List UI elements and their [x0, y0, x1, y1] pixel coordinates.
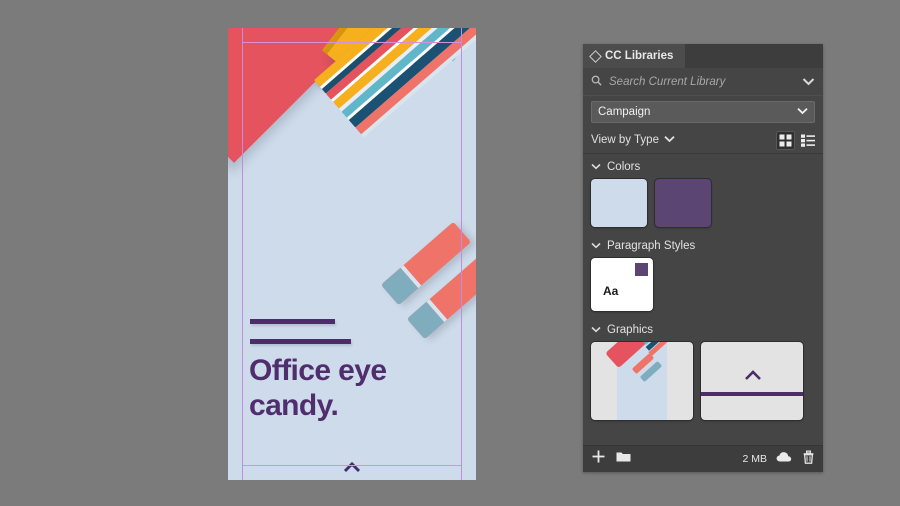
chevron-up-icon — [743, 368, 761, 382]
graphic-thumb-poster[interactable] — [591, 342, 693, 420]
chevron-up-icon — [342, 460, 362, 480]
chevron-down-icon — [664, 134, 675, 146]
panel-footer: 2 MB — [583, 445, 823, 472]
plus-icon[interactable] — [591, 449, 606, 469]
trash-icon[interactable] — [802, 450, 815, 469]
folder-icon[interactable] — [616, 450, 631, 468]
paragraph-style-color-chip — [635, 263, 648, 276]
chevron-down-icon — [591, 324, 601, 336]
footer-right-group: 2 MB — [742, 450, 815, 469]
section-header-colors[interactable]: Colors — [583, 154, 823, 177]
graphics-row — [583, 340, 823, 426]
graphic-divider-rule — [701, 392, 803, 396]
section-paragraph-styles: Paragraph Styles Aa — [583, 233, 823, 317]
light-blue-swatch[interactable] — [591, 179, 647, 227]
view-by-label: View by Type — [591, 134, 659, 146]
list-view-icon[interactable] — [798, 131, 817, 150]
purple-swatch[interactable] — [655, 179, 711, 227]
search-row — [583, 68, 823, 96]
paragraph-style-sample: Aa — [603, 284, 619, 298]
graphic-thumb-divider[interactable] — [701, 342, 803, 420]
section-graphics: Graphics — [583, 317, 823, 426]
artboard-guide-vertical — [461, 28, 462, 480]
library-select-value: Campaign — [598, 106, 651, 118]
color-swatch-row — [583, 177, 823, 233]
search-input[interactable] — [609, 75, 795, 88]
paragraph-style-row: Aa — [583, 256, 823, 317]
library-size-label: 2 MB — [742, 453, 767, 465]
section-title: Paragraph Styles — [607, 240, 696, 252]
artboard-guide-vertical — [242, 28, 243, 480]
section-title: Graphics — [607, 324, 654, 336]
poster-rule-2 — [250, 339, 351, 344]
chevron-down-icon — [797, 106, 808, 118]
poster-headline: Office eye candy. — [249, 354, 387, 422]
search-icon — [591, 73, 602, 91]
grid-view-icon[interactable] — [776, 130, 795, 150]
chevron-down-icon — [591, 161, 601, 173]
panel-tab-bar: CC Libraries — [583, 44, 823, 68]
section-header-paragraph-styles[interactable]: Paragraph Styles — [583, 233, 823, 256]
tab-label: CC Libraries — [605, 50, 674, 62]
section-colors: Colors — [583, 154, 823, 233]
cc-libraries-panel: CC Libraries Campaign Vi — [583, 44, 823, 472]
document-canvas[interactable]: Office eye candy. — [228, 28, 476, 480]
poster-rule-1 — [250, 319, 335, 324]
view-by-dropdown[interactable]: View by Type — [591, 134, 675, 146]
graphic-poster-artwork — [605, 342, 689, 388]
chevron-down-icon — [591, 240, 601, 252]
cloud-icon[interactable] — [776, 450, 793, 468]
section-title: Colors — [607, 161, 641, 173]
library-select-wrap: Campaign — [583, 96, 823, 127]
view-by-row: View by Type — [583, 127, 823, 154]
search-chevron-down-icon[interactable] — [802, 73, 815, 91]
section-header-graphics[interactable]: Graphics — [583, 317, 823, 340]
footer-left-group — [591, 449, 631, 469]
tab-cc-libraries[interactable]: CC Libraries — [583, 44, 686, 68]
diamond-icon — [589, 49, 602, 63]
library-select[interactable]: Campaign — [591, 101, 815, 123]
paragraph-style-thumb[interactable]: Aa — [591, 258, 653, 311]
view-toggle-group — [776, 130, 817, 150]
